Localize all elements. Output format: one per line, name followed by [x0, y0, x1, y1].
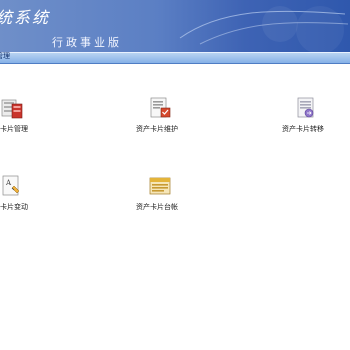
module-bar: 管理: [0, 52, 350, 64]
banner-decoration: [179, 6, 349, 52]
card-change-item[interactable]: A 卡片变动: [0, 174, 80, 224]
module-content: 卡片管理 资产卡片维护 资产卡片转移 A 卡片变动 资产卡片台帐: [0, 64, 350, 350]
card-change-label: 卡片变动: [0, 203, 28, 211]
asset-card-manage-icon: [1, 99, 23, 119]
card-ledger-item[interactable]: 资产卡片台帐: [136, 174, 216, 224]
app-edition: 行政事业版: [52, 36, 122, 49]
card-manage-label: 卡片管理: [0, 125, 28, 133]
asset-card-maintain-icon: [150, 97, 171, 118]
card-manage-item[interactable]: 卡片管理: [0, 96, 80, 146]
svg-text:A: A: [5, 179, 12, 187]
asset-card-transfer-icon: [297, 97, 314, 118]
card-maintain-label: 资产卡片维护: [136, 125, 178, 133]
app-banner: 统系统 行政事业版: [0, 0, 350, 52]
card-ledger-label: 资产卡片台帐: [136, 203, 178, 211]
asset-card-change-icon: A: [2, 175, 20, 196]
app-title: 统系统: [0, 8, 51, 27]
module-title: 管理: [0, 52, 10, 60]
card-transfer-item[interactable]: 资产卡片转移: [282, 96, 350, 146]
asset-card-ledger-icon: [149, 177, 171, 195]
card-maintain-item[interactable]: 资产卡片维护: [136, 96, 216, 146]
card-transfer-label: 资产卡片转移: [282, 125, 324, 133]
